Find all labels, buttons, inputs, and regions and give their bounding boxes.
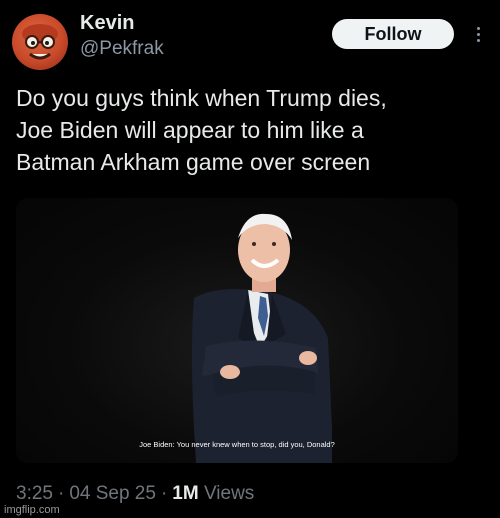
- views-label: Views: [203, 483, 255, 504]
- media-subtitle: Joe Biden: You never knew when to stop, …: [139, 440, 335, 449]
- tweet-header: Kevin @Pekfrak Follow: [0, 0, 500, 70]
- avatar[interactable]: [12, 14, 68, 70]
- tweet-text-line: Joe Biden will appear to him like a: [16, 117, 364, 143]
- tweet-date[interactable]: 04 Sep 25: [69, 483, 156, 504]
- follow-button[interactable]: Follow: [332, 19, 454, 49]
- meta-separator: ·: [160, 483, 168, 504]
- views-count: 1M: [172, 483, 199, 504]
- display-name[interactable]: Kevin: [80, 12, 134, 35]
- media-photo-illustration: [192, 213, 332, 463]
- avatar-face-icon: [22, 24, 58, 60]
- imgflip-watermark: imgflip.com: [4, 504, 60, 516]
- meta-separator: ·: [57, 483, 65, 504]
- tweet-text-line: Batman Arkham game over screen: [16, 149, 371, 175]
- more-options-icon[interactable]: [464, 17, 492, 51]
- tweet-meta: 3:25 · 04 Sep 25 · 1M Views: [16, 483, 254, 505]
- tweet-time[interactable]: 3:25: [16, 483, 53, 504]
- tweet-media-image[interactable]: Joe Biden: You never knew when to stop, …: [16, 198, 458, 463]
- tweet-text-line: Do you guys think when Trump dies,: [16, 85, 387, 111]
- user-handle[interactable]: @Pekfrak: [80, 38, 164, 60]
- tweet-text: Do you guys think when Trump dies, Joe B…: [16, 82, 486, 178]
